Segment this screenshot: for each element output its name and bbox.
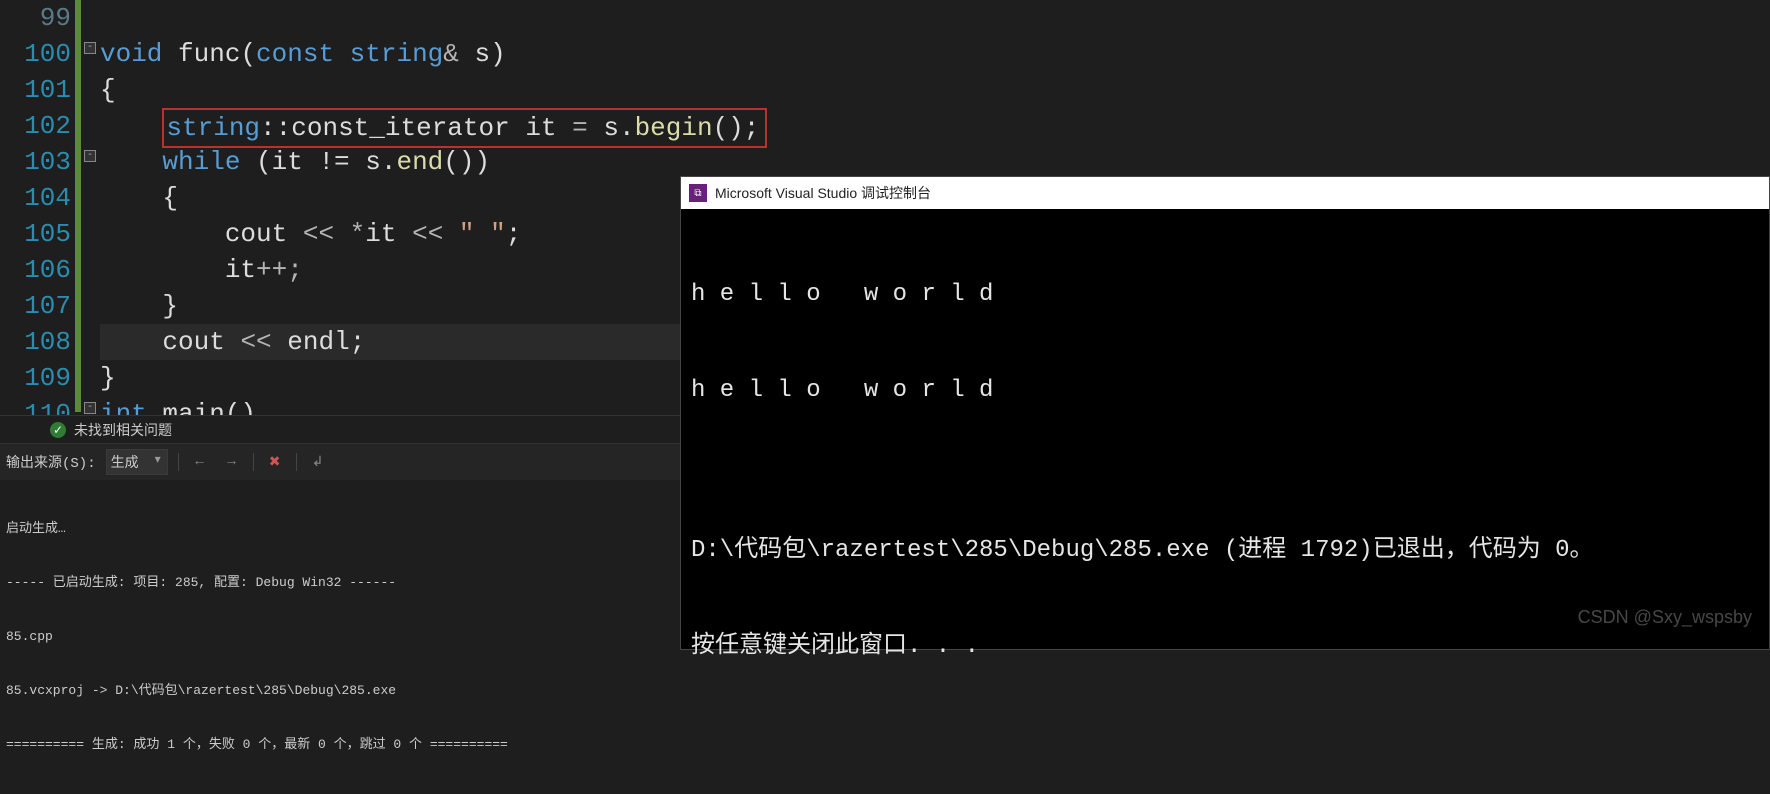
fold-toggle-icon[interactable]: - bbox=[84, 42, 96, 54]
output-line: ========== 生成: 成功 1 个，失败 0 个，最新 0 个，跳过 0… bbox=[6, 736, 674, 754]
separator bbox=[296, 453, 297, 471]
check-icon: ✓ bbox=[50, 422, 66, 438]
separator bbox=[253, 453, 254, 471]
goto-prev-icon[interactable]: ← bbox=[189, 451, 211, 473]
code-line: } bbox=[100, 288, 680, 324]
goto-next-icon[interactable]: → bbox=[221, 451, 243, 473]
change-marker bbox=[75, 0, 81, 412]
console-titlebar[interactable]: ⧉ Microsoft Visual Studio 调试控制台 bbox=[681, 177, 1769, 209]
code-line: } bbox=[100, 360, 680, 396]
code-line-current: cout << endl; bbox=[100, 324, 680, 360]
debug-console-window[interactable]: ⧉ Microsoft Visual Studio 调试控制台 h e l l … bbox=[680, 176, 1770, 650]
vs-icon: ⧉ bbox=[689, 184, 707, 202]
code-line: { bbox=[100, 180, 680, 216]
line-number: 103 bbox=[0, 144, 71, 180]
line-number: 101 bbox=[0, 72, 71, 108]
code-line: string::const_iterator it = s.begin(); bbox=[100, 108, 680, 144]
code-editor[interactable]: 99 100 101 102 103 104 105 106 107 108 1… bbox=[0, 0, 680, 415]
output-line: 85.cpp bbox=[6, 628, 674, 646]
line-number: 104 bbox=[0, 180, 71, 216]
line-number-gutter: 99 100 101 102 103 104 105 106 107 108 1… bbox=[0, 0, 75, 415]
separator bbox=[178, 453, 179, 471]
output-toolbar: 输出来源(S): 生成 ← → ✖ ↲ bbox=[0, 444, 680, 480]
line-number: 100 bbox=[0, 36, 71, 72]
output-source-label: 输出来源(S): bbox=[6, 452, 96, 472]
line-number: 106 bbox=[0, 252, 71, 288]
code-line: { bbox=[100, 72, 680, 108]
line-number: 102 bbox=[0, 108, 71, 144]
console-output[interactable]: h e l l o w o r l d h e l l o w o r l d … bbox=[681, 209, 1769, 733]
highlighted-box: string::const_iterator it = s.begin(); bbox=[162, 108, 767, 148]
status-message: 未找到相关问题 bbox=[74, 420, 172, 440]
line-number: 105 bbox=[0, 216, 71, 252]
wrap-icon[interactable]: ↲ bbox=[307, 451, 329, 473]
output-line: 85.vcxproj -> D:\代码包\razertest\285\Debug… bbox=[6, 682, 674, 700]
line-number: 99 bbox=[0, 0, 71, 36]
code-line: void func(const string& s) bbox=[100, 36, 680, 72]
fold-toggle-icon[interactable]: - bbox=[84, 402, 96, 414]
output-text[interactable]: 启动生成… ----- 已启动生成: 项目: 285, 配置: Debug Wi… bbox=[0, 480, 680, 794]
console-title-text: Microsoft Visual Studio 调试控制台 bbox=[715, 183, 931, 203]
console-line: 按任意键关闭此窗口. . . bbox=[691, 631, 1759, 663]
code-line: it++; bbox=[100, 252, 680, 288]
console-line: h e l l o w o r l d bbox=[691, 279, 1759, 311]
line-number: 109 bbox=[0, 360, 71, 396]
code-line: while (it != s.end()) bbox=[100, 144, 680, 180]
console-line: h e l l o w o r l d bbox=[691, 375, 1759, 407]
code-content[interactable]: void func(const string& s) { string::con… bbox=[100, 0, 680, 432]
console-line: D:\代码包\razertest\285\Debug\285.exe (进程 1… bbox=[691, 535, 1759, 567]
output-line: ----- 已启动生成: 项目: 285, 配置: Debug Win32 --… bbox=[6, 574, 674, 592]
fold-toggle-icon[interactable]: - bbox=[84, 150, 96, 162]
clear-icon[interactable]: ✖ bbox=[264, 451, 286, 473]
output-line: 启动生成… bbox=[6, 520, 674, 538]
status-bar: ✓ 未找到相关问题 bbox=[0, 415, 680, 443]
line-number: 107 bbox=[0, 288, 71, 324]
watermark-text: CSDN @Sxy_wspsby bbox=[1578, 607, 1752, 628]
line-number: 108 bbox=[0, 324, 71, 360]
fold-column: - - - bbox=[82, 0, 100, 412]
output-panel: 输出来源(S): 生成 ← → ✖ ↲ 启动生成… ----- 已启动生成: 项… bbox=[0, 443, 680, 650]
code-line: cout << *it << " "; bbox=[100, 216, 680, 252]
output-source-select[interactable]: 生成 bbox=[106, 449, 168, 475]
